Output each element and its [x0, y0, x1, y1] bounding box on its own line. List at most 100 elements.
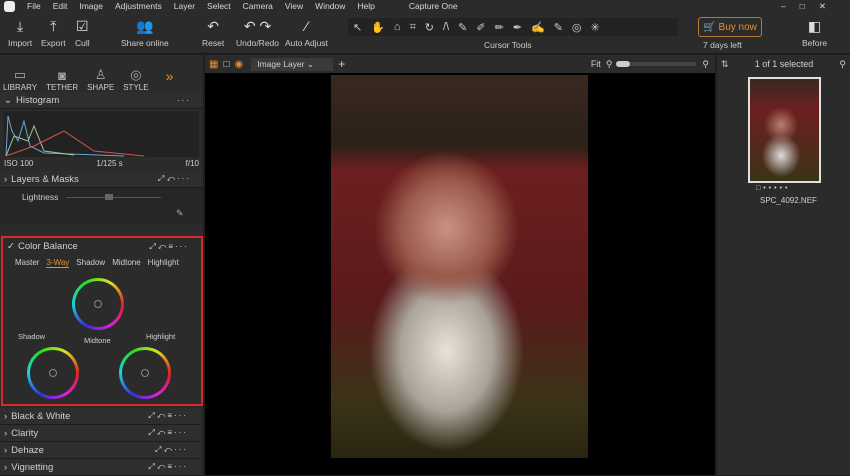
tool-panel: ▭ LIBRARY ◙ TETHER ♙ SHAPE ◎ STYLE » ⌄ Histo… [0, 55, 203, 476]
heal-tool-icon[interactable]: ✒ [513, 21, 522, 34]
people-icon: 👥 [136, 18, 154, 34]
cursor-tools-row[interactable]: ↖ ✋ ⌂ ⌗ ↻ /\ ✎ ✐ ✏ ✒ ✍ ✎ ◎ ✳ [348, 18, 678, 36]
menu-help[interactable]: Help [357, 1, 374, 11]
toolbar: ⤓ Import ⤒ Export ☑ Cull 👥 Share online ↶ Res… [0, 12, 850, 54]
keystone-tool-icon[interactable]: /\ [443, 21, 449, 33]
select-tool-icon[interactable]: ↖ [353, 21, 362, 34]
grid-view-icon[interactable]: ▦ [209, 59, 218, 70]
tab-shape[interactable]: ♙ SHAPE [87, 67, 114, 92]
tab-midtone[interactable]: Midtone [112, 258, 140, 268]
sort-icon[interactable]: ⇅ [721, 59, 729, 70]
window-controls[interactable]: –□✕ [781, 1, 840, 12]
menu-window[interactable]: Window [315, 1, 345, 11]
loupe-tool-icon[interactable]: ⌂ [394, 21, 401, 33]
dehaze-header[interactable]: › Dehaze ⤢↶··· [0, 442, 200, 459]
menu-image[interactable]: Image [79, 1, 103, 11]
shadow-wheel-center[interactable] [49, 369, 57, 377]
histogram-curves [5, 115, 145, 157]
layer-select[interactable]: Image Layer ⌄ [251, 57, 334, 71]
section-title: Vignetting [11, 461, 54, 473]
main-photo[interactable] [331, 75, 588, 458]
brush-tool-icon[interactable]: ✎ [458, 21, 467, 34]
rotate-tool-icon[interactable]: ↻ [425, 21, 434, 34]
zoom-slider[interactable] [616, 61, 697, 67]
color-balance-header[interactable]: ✓ Color Balance ⤢↶≡··· [3, 238, 201, 255]
tab-highlight[interactable]: Highlight [148, 258, 179, 268]
share-label: Share online [121, 38, 169, 48]
thumbnail-filename: SPC_4092.NEF [760, 196, 817, 205]
buy-now-button[interactable]: 🛒 Buy now [698, 17, 762, 37]
pan-tool-icon[interactable]: ✋ [371, 21, 385, 34]
import-button[interactable]: ⤓ Import [8, 18, 32, 48]
eye-icon[interactable]: ◉ [235, 59, 244, 70]
iso-value: ISO 100 [4, 159, 34, 168]
zoom-out-icon[interactable]: ⚲ [606, 59, 613, 70]
thumbnail[interactable] [748, 77, 821, 183]
wb-tool-icon[interactable]: ◎ [572, 21, 582, 34]
menu-camera[interactable]: Camera [243, 1, 273, 11]
tab-3-way[interactable]: 3-Way [46, 258, 70, 268]
search-icon[interactable]: ⚲ [839, 59, 846, 70]
tab-tether[interactable]: ◙ TETHER [46, 68, 78, 92]
before-button[interactable]: ◧ Before [802, 18, 827, 48]
layers-masks-header[interactable]: › Layers & Masks ⤢↶··· [0, 171, 203, 188]
tab-style[interactable]: ◎ STYLE [123, 67, 148, 92]
menu-file[interactable]: File [27, 1, 41, 11]
eraser-tool-icon[interactable]: ✐ [476, 21, 485, 34]
tab-label: LIBRARY [3, 83, 38, 92]
single-view-icon[interactable]: □ [223, 59, 229, 70]
menu-edit[interactable]: Edit [53, 1, 68, 11]
lightness-slider[interactable] [66, 197, 161, 198]
export-button[interactable]: ⤒ Export [41, 18, 66, 48]
highlight-wheel-center[interactable] [141, 369, 149, 377]
menu-view[interactable]: View [285, 1, 303, 11]
gradient-tool-icon[interactable]: ✏ [495, 21, 504, 34]
undo-redo-button[interactable]: ↶ ↷ Undo/Redo [236, 18, 279, 48]
color-balance-tabs: Master 3-Way Shadow Midtone Highlight [3, 255, 201, 271]
menu-select[interactable]: Select [207, 1, 231, 11]
sparkle-icon[interactable]: ✳ [591, 21, 600, 34]
picker-tool-icon[interactable]: ✍ [531, 21, 545, 34]
menu-layer[interactable]: Layer [174, 1, 195, 11]
app-logo-icon [4, 0, 15, 12]
section-icons[interactable]: ⤢↶≡··· [148, 462, 188, 472]
section-icons[interactable]: ⤢↶··· [158, 174, 191, 184]
exif-row: ISO 100 1/125 s f/10 [0, 159, 203, 168]
annotate-tool-icon[interactable]: ✎ [554, 21, 563, 34]
slider-handle[interactable] [105, 194, 113, 200]
section-title: Clarity [11, 427, 39, 439]
midtone-wheel-center[interactable] [94, 300, 102, 308]
color-balance-panel: ✓ Color Balance ⤢↶≡··· Master 3-Way Shado… [1, 236, 203, 406]
tab-shadow[interactable]: Shadow [76, 258, 105, 268]
rating-dots[interactable]: □••••• [756, 185, 790, 192]
auto-adjust-button[interactable]: ⁄ Auto Adjust [285, 18, 328, 48]
cull-button[interactable]: ☑ Cull [75, 18, 90, 48]
layer-select-value: Image Layer [257, 58, 305, 69]
reset-button[interactable]: ↶ Reset [202, 18, 224, 48]
midtone-label: Midtone [84, 336, 111, 345]
zoom-in-icon[interactable]: ⚲ [702, 59, 709, 70]
histogram-header[interactable]: ⌄ Histogram ··· [0, 92, 203, 109]
menu-adjustments[interactable]: Adjustments [115, 1, 162, 11]
before-after-icon: ◧ [807, 18, 822, 34]
section-icons[interactable]: ⤢↶≡··· [148, 428, 188, 438]
section-icons[interactable]: ⤢↶≡··· [148, 411, 188, 421]
tab-master[interactable]: Master [15, 258, 39, 268]
picker-icon[interactable]: ✎ [176, 208, 184, 219]
more-tabs-icon[interactable]: » [166, 68, 174, 84]
selection-count: 1 of 1 selected [754, 59, 814, 69]
section-icons[interactable]: ⤢↶≡··· [149, 242, 189, 252]
clarity-header[interactable]: › Clarity ⤢↶≡··· [0, 425, 200, 442]
black-white-header[interactable]: › Black & White ⤢↶≡··· [0, 408, 200, 425]
zoom-slider-handle[interactable] [616, 61, 631, 67]
add-layer-icon[interactable]: + [338, 57, 345, 71]
vignetting-header[interactable]: › Vignetting ⤢↶≡··· [0, 459, 200, 476]
export-icon: ⤒ [50, 18, 57, 34]
tab-library[interactable]: ▭ LIBRARY [3, 67, 37, 92]
section-icons[interactable]: ⤢↶··· [155, 445, 188, 455]
share-button[interactable]: 👥 Share online [121, 18, 169, 48]
reset-label: Reset [202, 38, 225, 48]
more-icon[interactable]: ··· [177, 96, 191, 105]
zoom-fit-label[interactable]: Fit [591, 59, 601, 69]
crop-tool-icon[interactable]: ⌗ [410, 21, 416, 34]
